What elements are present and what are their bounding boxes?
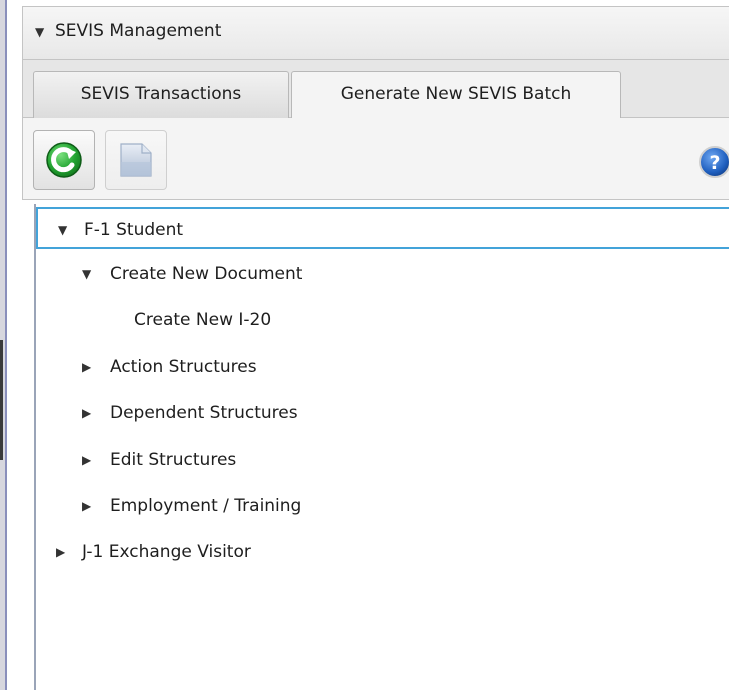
tree-item-label: Employment / Training [110, 496, 302, 516]
refresh-icon [46, 142, 82, 178]
collapse-arrow-icon[interactable]: ▼ [35, 25, 44, 39]
tree-item-j1-exchange-visitor[interactable]: ▶ J-1 Exchange Visitor [36, 531, 729, 573]
tree-item-create-new-document[interactable]: ▼ Create New Document [36, 253, 729, 295]
tree-item-label: Create New I-20 [134, 310, 272, 330]
tab-sevis-transactions[interactable]: SEVIS Transactions [33, 71, 289, 118]
tree-item-label: J-1 Exchange Visitor [82, 542, 251, 562]
new-document-button[interactable] [105, 130, 167, 190]
expand-triangle-icon[interactable]: ▶ [82, 485, 91, 527]
tree-item-label: F-1 Student [84, 220, 184, 240]
toolbar: ? [22, 118, 729, 200]
refresh-button[interactable] [33, 130, 95, 190]
document-icon [120, 143, 152, 177]
tree-item-label: Action Structures [110, 357, 257, 377]
tree-item-label: Edit Structures [110, 450, 237, 470]
sevis-management-panel: ▼ SEVIS Management SEVIS Transactions Ge… [22, 0, 729, 690]
tree-item-employment-training[interactable]: ▶ Employment / Training [36, 485, 729, 527]
window-edge-line [5, 0, 7, 690]
tab-generate-new-sevis-batch[interactable]: Generate New SEVIS Batch [291, 71, 621, 118]
collapse-triangle-icon[interactable]: ▼ [58, 209, 67, 251]
tree-item-dependent-structures[interactable]: ▶ Dependent Structures [36, 392, 729, 434]
tab-bar: SEVIS Transactions Generate New SEVIS Ba… [22, 60, 729, 118]
tab-label: Generate New SEVIS Batch [340, 84, 572, 104]
tree-item-create-new-i20[interactable]: Create New I-20 [36, 299, 729, 341]
window-edge-shadow [0, 340, 3, 460]
tree-item-action-structures[interactable]: ▶ Action Structures [36, 346, 729, 388]
application-window: ▼ SEVIS Management SEVIS Transactions Ge… [0, 0, 729, 690]
tree-item-label: Dependent Structures [110, 403, 298, 423]
expand-triangle-icon[interactable]: ▶ [56, 531, 65, 573]
pane-title: SEVIS Management [55, 21, 222, 41]
tree-item-f1-student[interactable]: ▼ F-1 Student [36, 207, 729, 249]
expand-triangle-icon[interactable]: ▶ [82, 346, 91, 388]
collapse-triangle-icon[interactable]: ▼ [82, 253, 91, 295]
tree-item-edit-structures[interactable]: ▶ Edit Structures [36, 439, 729, 481]
tab-label: SEVIS Transactions [80, 84, 242, 104]
tree-view[interactable]: ▼ F-1 Student ▼ Create New Document Crea… [34, 204, 729, 690]
help-glyph: ? [709, 152, 720, 174]
expand-triangle-icon[interactable]: ▶ [82, 392, 91, 434]
sevis-management-header[interactable]: ▼ SEVIS Management [22, 6, 729, 60]
help-icon[interactable]: ? [697, 144, 729, 180]
expand-triangle-icon[interactable]: ▶ [82, 439, 91, 481]
tree-item-label: Create New Document [110, 264, 303, 284]
